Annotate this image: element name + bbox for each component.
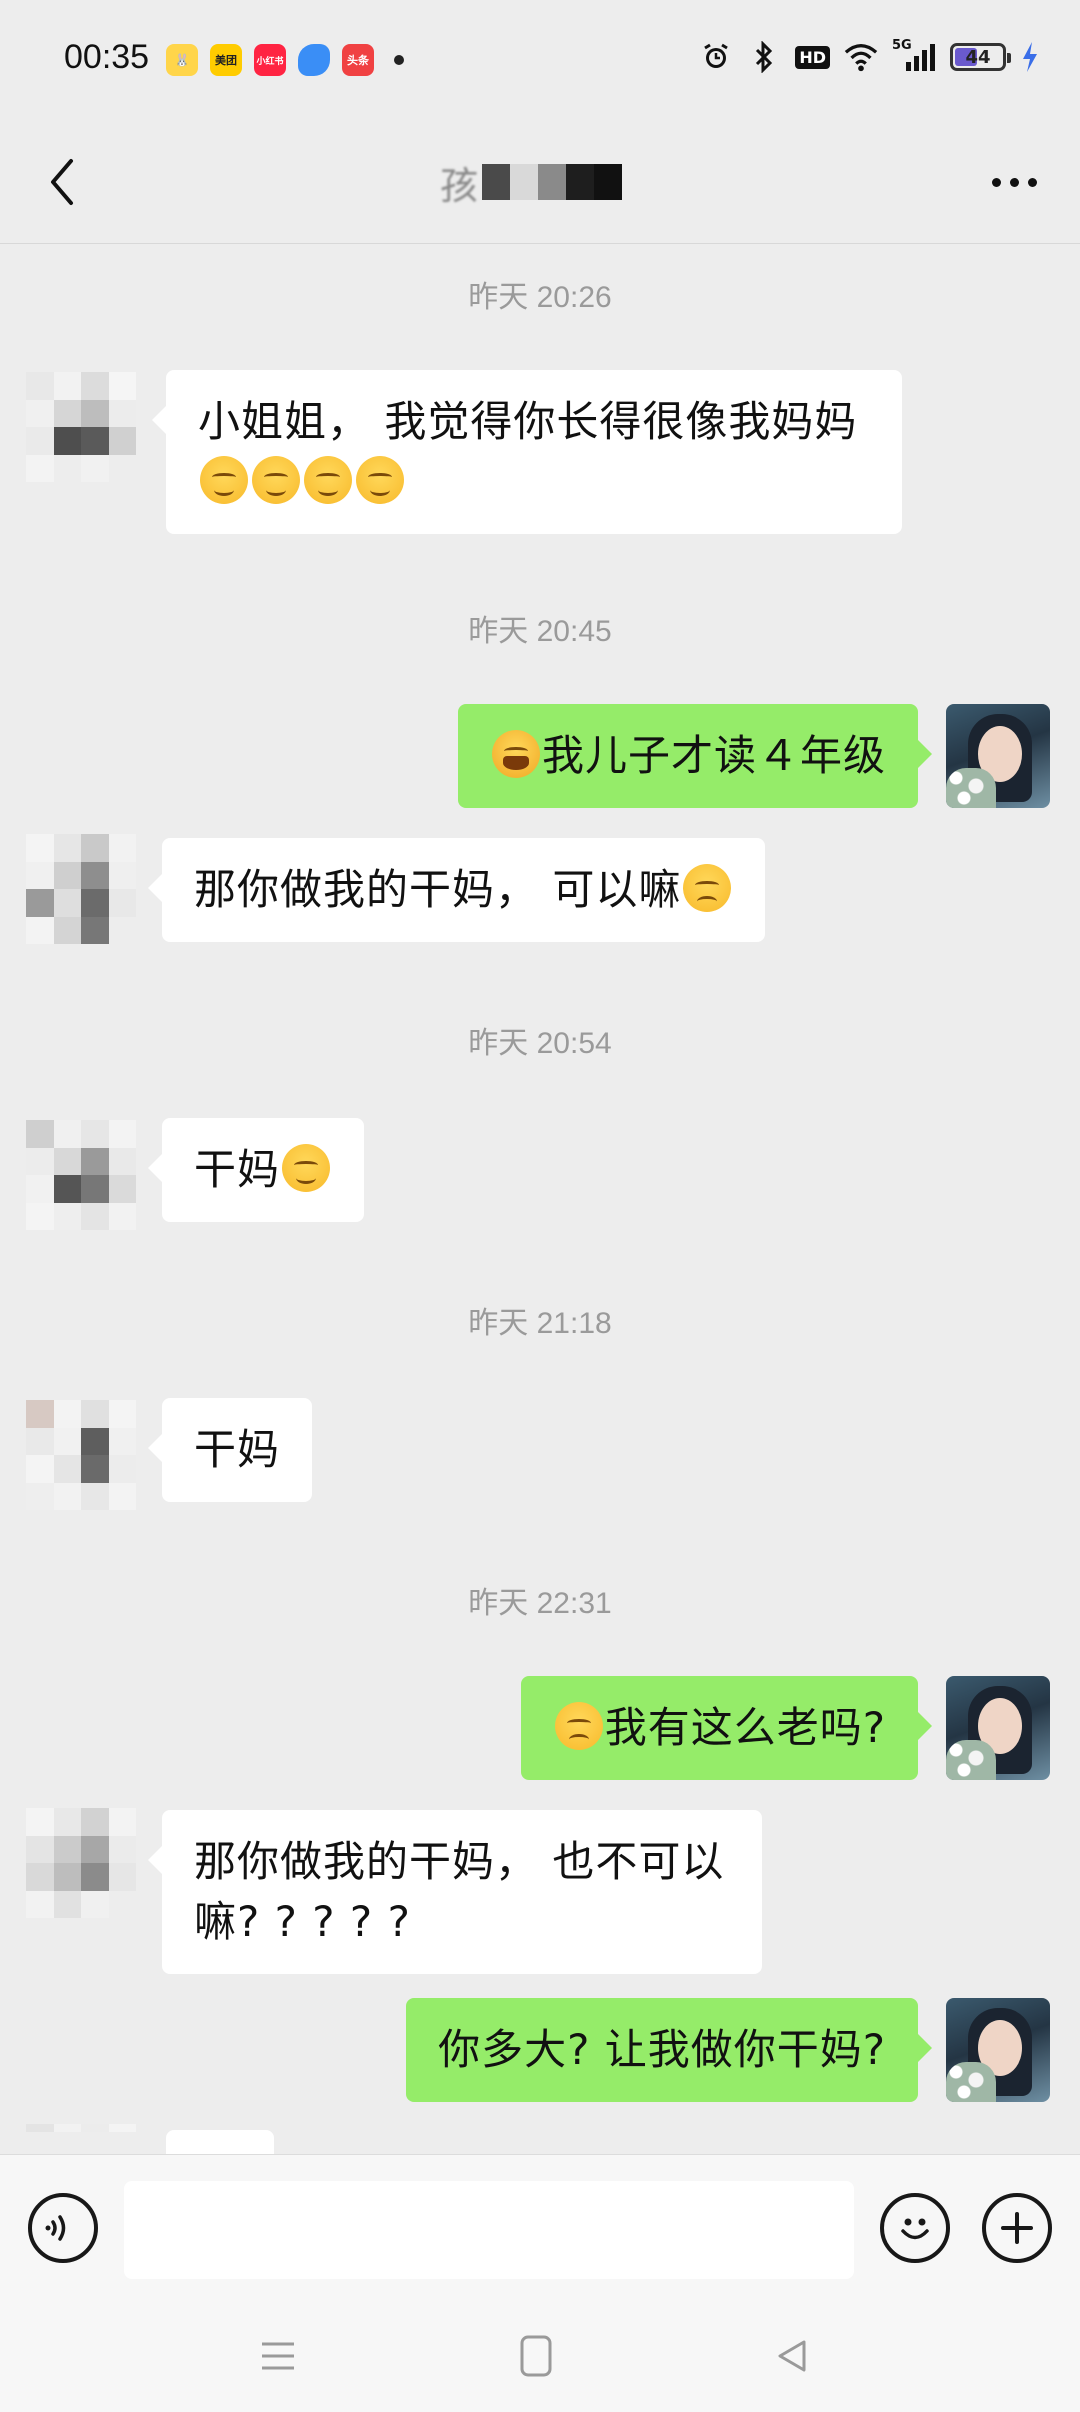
message-text: 干妈 bbox=[194, 1145, 281, 1194]
sad-emoji bbox=[683, 864, 732, 912]
meituan-icon: 美团 bbox=[210, 44, 242, 76]
message-bubble-received[interactable]: 那你做我的干妈， 可以嘛 bbox=[147, 838, 766, 942]
chevron-left-icon bbox=[51, 159, 73, 205]
bluetooth-icon bbox=[747, 40, 781, 74]
menu-icon bbox=[262, 2342, 294, 2370]
contact-avatar[interactable] bbox=[26, 372, 136, 482]
signal-icon: 5G bbox=[892, 38, 936, 74]
my-avatar[interactable] bbox=[946, 704, 1050, 808]
recent-apps-button[interactable] bbox=[248, 2328, 308, 2384]
chat-header: 孩 bbox=[0, 120, 1080, 244]
partial-message-bubble bbox=[166, 2130, 274, 2154]
voice-button[interactable] bbox=[28, 2193, 98, 2263]
plus-icon bbox=[1001, 2212, 1033, 2244]
message-bubble-sent[interactable]: 我有这么老吗? bbox=[520, 1676, 933, 1780]
message-text: 小姐姐， 我觉得你长得很像我妈妈 bbox=[198, 397, 858, 446]
status-app-icons: 🐰 美团 小红书 头条 bbox=[166, 44, 404, 76]
bunny-app-icon: 🐰 bbox=[166, 44, 198, 76]
home-button[interactable] bbox=[506, 2328, 566, 2384]
blue-app-icon bbox=[298, 44, 330, 76]
crying-emoji bbox=[491, 730, 540, 778]
dot-icon bbox=[1009, 177, 1019, 187]
dot-icon bbox=[991, 177, 1001, 187]
censored-name-mosaic bbox=[482, 164, 623, 200]
timestamp: 昨天 21:18 bbox=[468, 1307, 612, 1340]
chat-title: 孩 bbox=[440, 160, 623, 208]
sad-emoji bbox=[554, 1702, 603, 1750]
message-text: 我有这么老吗? bbox=[604, 1703, 886, 1752]
battery-level: 44 bbox=[965, 46, 991, 68]
timestamp: 昨天 20:54 bbox=[468, 1027, 612, 1060]
battery-icon: 44 bbox=[950, 43, 1011, 71]
message-bubble-received[interactable]: 干妈 bbox=[147, 1398, 313, 1502]
emoji-icon bbox=[901, 2218, 929, 2240]
system-nav-bar bbox=[0, 2300, 1080, 2412]
message-bubble-sent[interactable]: 我儿子才读４年级 bbox=[457, 704, 933, 808]
status-time: 00:35 bbox=[64, 38, 150, 76]
network-type-label: 5G bbox=[892, 38, 912, 53]
contact-avatar[interactable] bbox=[26, 1808, 136, 1918]
emoji-button[interactable] bbox=[880, 2193, 950, 2263]
message-text-line1: 那你做我的干妈， 也不可以 bbox=[194, 1837, 725, 1886]
contact-avatar[interactable] bbox=[26, 2124, 136, 2154]
voice-icon bbox=[45, 2215, 66, 2241]
chat-title-text: 孩 bbox=[440, 163, 479, 208]
avatar-flowers bbox=[946, 768, 996, 808]
smile-emoji bbox=[304, 456, 352, 504]
status-indicators: HD 5G 44 bbox=[699, 38, 1040, 74]
message-bubble-received[interactable]: 干妈 bbox=[147, 1118, 365, 1222]
more-options-button[interactable] bbox=[984, 160, 1044, 204]
back-nav-button[interactable] bbox=[762, 2328, 822, 2384]
timestamp: 昨天 20:26 bbox=[468, 281, 612, 314]
triangle-back-icon bbox=[778, 2340, 806, 2372]
smile-emoji bbox=[252, 456, 300, 504]
alarm-icon bbox=[699, 40, 733, 74]
back-button[interactable] bbox=[34, 154, 90, 210]
wifi-icon bbox=[844, 40, 878, 74]
contact-avatar[interactable] bbox=[26, 1120, 136, 1230]
charging-icon bbox=[1020, 40, 1040, 74]
message-text: 干妈 bbox=[194, 1425, 281, 1474]
xiaohongshu-icon: 小红书 bbox=[254, 44, 286, 76]
timestamp: 昨天 20:45 bbox=[468, 615, 612, 648]
more-actions-button[interactable] bbox=[982, 2193, 1052, 2263]
avatar-flowers bbox=[946, 1740, 996, 1780]
smile-emoji bbox=[200, 456, 248, 504]
notification-dot-icon bbox=[394, 55, 404, 65]
message-bubble-sent[interactable]: 你多大? 让我做你干妈? bbox=[406, 1998, 932, 2102]
smile-emoji bbox=[356, 456, 404, 504]
message-text: 我儿子才读４年级 bbox=[541, 731, 886, 780]
timestamp: 昨天 22:31 bbox=[468, 1587, 612, 1620]
dot-icon bbox=[1027, 177, 1037, 187]
message-text: 那你做我的干妈， 可以嘛 bbox=[194, 865, 682, 914]
home-icon bbox=[520, 2335, 552, 2377]
hd-badge: HD bbox=[795, 45, 830, 69]
input-bar bbox=[0, 2154, 1080, 2300]
toutiao-icon: 头条 bbox=[342, 44, 374, 76]
message-bubble-received[interactable]: 小姐姐， 我觉得你长得很像我妈妈 bbox=[152, 370, 902, 534]
message-input[interactable] bbox=[124, 2181, 854, 2279]
message-text: 你多大? 让我做你干妈? bbox=[438, 2025, 886, 2074]
message-text-line2: 嘛? ? ? ? ? bbox=[194, 1897, 411, 1946]
avatar-flowers bbox=[946, 2062, 996, 2102]
contact-avatar[interactable] bbox=[26, 834, 136, 944]
status-bar: 00:35 🐰 美团 小红书 头条 HD 5G 44 bbox=[0, 0, 1080, 120]
message-bubble-received[interactable]: 那你做我的干妈， 也不可以 嘛? ? ? ? ? bbox=[148, 1810, 762, 1974]
my-avatar[interactable] bbox=[946, 1998, 1050, 2102]
contact-avatar[interactable] bbox=[26, 1400, 136, 1510]
smile-emoji bbox=[282, 1144, 331, 1192]
my-avatar[interactable] bbox=[946, 1676, 1050, 1780]
